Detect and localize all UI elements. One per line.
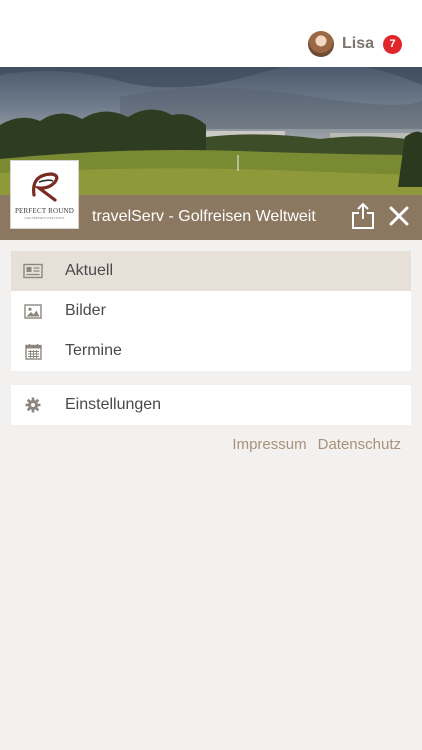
brand-title: travelServ - Golfreisen Weltweit xyxy=(92,208,316,225)
main-menu: Aktuell Bilder Termine xyxy=(11,251,411,371)
menu-item-label: Termine xyxy=(65,342,122,359)
user-profile[interactable]: Lisa 7 xyxy=(307,30,402,58)
menu-item-label: Aktuell xyxy=(65,262,114,279)
footer-links: Impressum Datenschutz xyxy=(232,436,401,453)
close-icon[interactable] xyxy=(388,205,410,227)
settings-menu: Einstellungen xyxy=(11,385,411,425)
logo-mark-icon xyxy=(31,172,58,202)
logo-text: PERFECT ROUND xyxy=(14,207,75,215)
calendar-icon xyxy=(23,341,43,361)
image-icon xyxy=(23,301,43,321)
notification-badge[interactable]: 7 xyxy=(383,34,402,54)
menu-item-termine[interactable]: Termine xyxy=(11,331,411,371)
menu-item-bilder[interactable]: Bilder xyxy=(11,291,411,331)
menu-item-label: Bilder xyxy=(65,302,106,319)
gear-icon xyxy=(23,395,43,415)
share-icon[interactable] xyxy=(351,202,375,230)
menu-item-label: Einstellungen xyxy=(65,396,162,413)
logo: PERFECT ROUND GOLFREISEN WELTWEIT xyxy=(10,160,79,229)
logo-subtext: GOLFREISEN WELTWEIT xyxy=(24,216,65,220)
impressum-link[interactable]: Impressum xyxy=(232,436,306,453)
menu-item-einstellungen[interactable]: Einstellungen xyxy=(11,385,411,425)
user-name[interactable]: Lisa xyxy=(342,35,374,53)
menu-item-aktuell[interactable]: Aktuell xyxy=(11,251,411,291)
datenschutz-link[interactable]: Datenschutz xyxy=(318,436,401,453)
top-bar: Lisa 7 xyxy=(0,0,422,67)
newspaper-icon xyxy=(23,261,43,281)
avatar[interactable] xyxy=(307,31,334,57)
